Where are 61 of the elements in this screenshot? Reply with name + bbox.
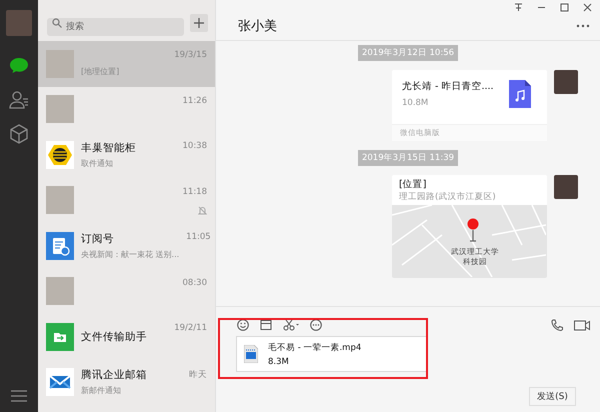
phone-icon[interactable] <box>551 319 563 331</box>
timestamp: 10:38 <box>182 141 207 151</box>
message-preview: 取件通知 <box>81 158 114 169</box>
cube-icon[interactable] <box>9 124 29 144</box>
contacts-icon[interactable] <box>9 90 29 110</box>
video-camera-icon[interactable] <box>574 320 590 330</box>
search-icon <box>52 18 62 28</box>
folder-icon[interactable] <box>260 319 272 331</box>
chat-bubble-icon[interactable] <box>9 56 29 76</box>
photo-placeholder <box>46 95 74 124</box>
photo-placeholder <box>46 50 74 78</box>
map-pin-icon <box>467 218 479 244</box>
message-preview: [地理位置] <box>81 66 120 77</box>
attached-file-card[interactable]: 毛不易 - 一荤一素.mp4 8.3M <box>236 336 427 372</box>
more-icon[interactable] <box>576 24 590 28</box>
timestamp: 2019年3月15日 11:39 <box>358 150 458 166</box>
timestamp: 19/3/15 <box>174 50 207 60</box>
timestamp: 08:30 <box>182 278 207 288</box>
add-button[interactable] <box>190 14 208 32</box>
message-preview: 央视新闻：献一束花 送别... <box>81 248 180 260</box>
file-size: 10.8M <box>402 98 430 108</box>
chat-list-item[interactable]: 文件传输助手 19/2/11 <box>38 314 215 360</box>
photo-placeholder <box>46 277 74 306</box>
maximize-icon[interactable] <box>560 3 569 12</box>
contact-name: 文件传输助手 <box>81 330 148 344</box>
pin-icon[interactable] <box>514 3 523 12</box>
menu-icon[interactable] <box>11 390 27 402</box>
chat-list-item[interactable]: 丰巢智能柜 取件通知 10:38 <box>38 132 215 178</box>
timestamp: 昨天 <box>189 368 207 380</box>
contact-name: 腾讯企业邮箱 <box>81 368 148 382</box>
timestamp: 11:05 <box>186 232 211 242</box>
subscription-icon <box>46 232 74 260</box>
message-preview: 新邮件通知 <box>81 385 122 396</box>
video-file-icon <box>244 345 258 363</box>
chat-list-item[interactable]: 订阅号 央视新闻：献一束花 送别... 11:05 <box>38 223 215 268</box>
chat-list-item[interactable]: 腾讯企业邮箱 新邮件通知 昨天 <box>38 360 215 405</box>
file-name: 尤长靖 - 昨日青空.... <box>402 80 494 93</box>
search-field[interactable]: 搜索 <box>47 18 184 36</box>
hexagon-logo-icon <box>48 144 72 166</box>
scissors-icon[interactable] <box>283 319 299 331</box>
timestamp: 2019年3月12日 10:56 <box>358 45 458 61</box>
plus-icon <box>194 18 204 28</box>
timestamp: 11:26 <box>182 96 207 106</box>
smiley-icon[interactable] <box>237 319 249 331</box>
send-button[interactable]: 发送(S) <box>529 387 576 406</box>
photo-placeholder <box>46 186 74 214</box>
timestamp: 11:18 <box>182 186 207 196</box>
file-name: 毛不易 - 一荤一素.mp4 <box>268 342 362 354</box>
contact-name: 订阅号 <box>81 232 115 246</box>
avatar-photo <box>554 175 578 199</box>
avatar-photo <box>554 70 578 94</box>
location-address: 理工园路(武汉市江夏区) <box>399 191 497 203</box>
music-file-icon <box>509 80 531 108</box>
chat-dots-icon[interactable] <box>310 319 322 331</box>
contact-name: 丰巢智能柜 <box>81 140 137 155</box>
mail-logo-icon <box>46 368 74 396</box>
location-title: [位置] <box>399 178 428 191</box>
close-icon[interactable] <box>583 3 592 12</box>
chat-title: 张小美 <box>238 18 277 35</box>
file-size: 8.3M <box>268 356 290 366</box>
timestamp: 19/2/11 <box>174 323 207 333</box>
